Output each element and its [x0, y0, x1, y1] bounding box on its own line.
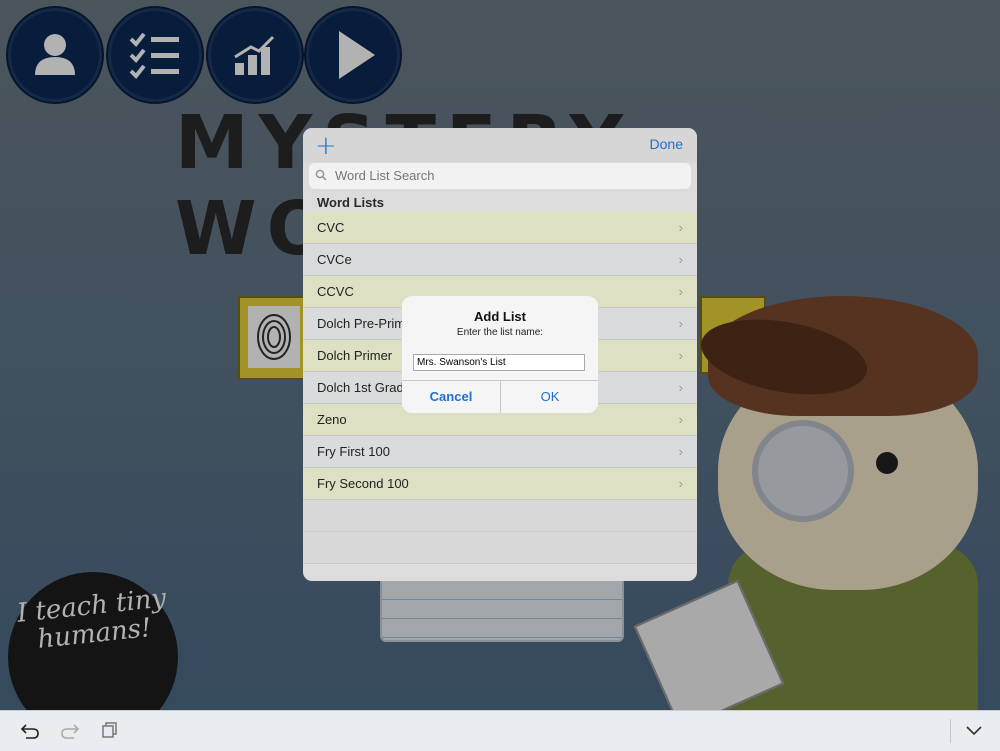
copy-button[interactable]: [98, 720, 122, 742]
redo-icon: [61, 724, 80, 739]
list-name-input[interactable]: [413, 354, 585, 371]
search-input[interactable]: [333, 167, 677, 184]
keyboard-shortcut-bar: [0, 710, 1000, 751]
chevron-right-icon: ›: [678, 444, 683, 459]
chevron-right-icon: ›: [678, 252, 683, 267]
empty-row: [303, 500, 697, 532]
add-list-button[interactable]: +: [315, 131, 337, 161]
add-list-dialog: Add List Enter the list name: Cancel OK: [402, 296, 598, 413]
list-item[interactable]: CVC ›: [303, 212, 697, 244]
list-item[interactable]: Fry Second 100 ›: [303, 468, 697, 500]
dialog-message: Enter the list name:: [456, 327, 544, 338]
chevron-right-icon: ›: [678, 412, 683, 427]
list-item[interactable]: CVCe ›: [303, 244, 697, 276]
chevron-right-icon: ›: [678, 476, 683, 491]
section-header: Word Lists: [317, 195, 384, 210]
list-item-label: CVCe: [317, 252, 352, 267]
undo-icon: [20, 724, 39, 739]
ok-button[interactable]: OK: [501, 380, 598, 413]
list-item-label: Zeno: [317, 412, 347, 427]
undo-button[interactable]: [18, 720, 42, 742]
list-item-label: Dolch Primer: [317, 348, 393, 363]
list-item-label: Dolch 1st Grade: [317, 380, 411, 395]
chevron-right-icon: ›: [678, 284, 683, 299]
list-item[interactable]: Fry First 100 ›: [303, 436, 697, 468]
list-item-label: Fry Second 100: [317, 476, 409, 491]
list-item-label: CVC: [317, 220, 345, 235]
chevron-down-icon: [966, 726, 982, 736]
list-item-label: CCVC: [317, 284, 354, 299]
copy-icon: [102, 722, 117, 738]
chevron-right-icon: ›: [678, 220, 683, 235]
empty-row: [303, 532, 697, 564]
toolbar-divider: [950, 719, 951, 743]
hide-keyboard-button[interactable]: [962, 720, 986, 742]
redo-button[interactable]: [58, 720, 82, 742]
cancel-button[interactable]: Cancel: [402, 380, 500, 413]
done-button[interactable]: Done: [650, 136, 683, 152]
list-item-label: Fry First 100: [317, 444, 390, 459]
search-bar[interactable]: [309, 163, 691, 189]
dialog-title: Add List: [474, 309, 526, 324]
chevron-right-icon: ›: [678, 348, 683, 363]
chevron-right-icon: ›: [678, 316, 683, 331]
chevron-right-icon: ›: [678, 380, 683, 395]
popover-nav-bar: + Done: [303, 128, 697, 162]
search-icon: [315, 169, 327, 181]
